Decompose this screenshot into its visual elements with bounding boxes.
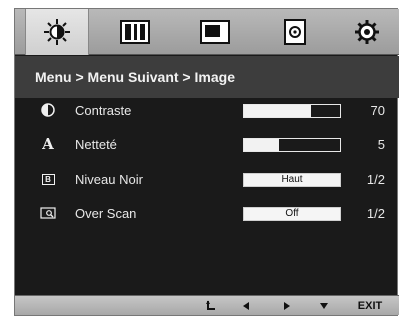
tab-position[interactable] bbox=[183, 9, 247, 55]
tab-settings[interactable] bbox=[335, 9, 399, 55]
footer-bar: EXIT bbox=[15, 295, 399, 315]
brightness-sun-icon bbox=[42, 17, 72, 47]
tab-brightness[interactable] bbox=[25, 9, 89, 55]
breadcrumb-next-menu: Menu Suivant bbox=[87, 69, 179, 85]
setting-label: Over Scan bbox=[75, 206, 137, 221]
tab-strip bbox=[15, 9, 399, 55]
picture-position-icon bbox=[200, 20, 230, 44]
overscan-select[interactable]: Off bbox=[243, 207, 341, 221]
down-arrow-icon[interactable] bbox=[317, 299, 331, 313]
breadcrumb-menu: Menu bbox=[35, 69, 72, 85]
black-level-glyph: B bbox=[41, 173, 55, 185]
tab-picture-mode[interactable] bbox=[103, 9, 167, 55]
black-level-select[interactable]: Haut bbox=[243, 173, 341, 187]
contrast-icon bbox=[39, 101, 57, 119]
right-arrow-icon[interactable] bbox=[279, 299, 293, 313]
breadcrumb-separator: > bbox=[178, 69, 195, 85]
sharpness-a-icon: A bbox=[42, 135, 54, 153]
breadcrumb-separator: > bbox=[71, 69, 88, 85]
audio-icon bbox=[282, 19, 308, 45]
setting-row-contrast[interactable]: Contraste 70 bbox=[15, 97, 399, 125]
setting-row-overscan[interactable]: Over Scan Off 1/2 bbox=[15, 200, 399, 228]
setting-label: Netteté bbox=[75, 137, 117, 152]
setting-value: 5 bbox=[377, 137, 385, 152]
breadcrumb: Menu > Menu Suivant > Image bbox=[15, 56, 399, 98]
sharpness-slider[interactable] bbox=[243, 138, 341, 152]
setting-label: Niveau Noir bbox=[75, 172, 143, 187]
setting-row-black-level[interactable]: B Niveau Noir Haut 1/2 bbox=[15, 166, 399, 194]
setting-value: 1/2 bbox=[366, 172, 385, 187]
overscan-icon bbox=[39, 204, 57, 222]
return-icon[interactable] bbox=[203, 299, 219, 313]
contrast-slider[interactable] bbox=[243, 104, 341, 118]
setting-label: Contraste bbox=[75, 103, 132, 118]
breadcrumb-current: Image bbox=[194, 69, 235, 85]
setting-value: 70 bbox=[370, 103, 385, 118]
setting-row-sharpness[interactable]: A Netteté 5 bbox=[15, 131, 399, 159]
settings-gear-icon bbox=[352, 17, 382, 47]
setting-value: 1/2 bbox=[366, 206, 385, 221]
slider-fill bbox=[244, 105, 312, 117]
picture-mode-icon bbox=[120, 20, 150, 44]
slider-fill bbox=[244, 139, 279, 151]
black-level-icon: B bbox=[39, 170, 57, 188]
osd-menu: Menu > Menu Suivant > Image Contraste 70… bbox=[14, 8, 399, 316]
left-arrow-icon[interactable] bbox=[239, 299, 253, 313]
exit-button[interactable]: EXIT bbox=[353, 299, 387, 313]
tab-audio[interactable] bbox=[263, 9, 327, 55]
